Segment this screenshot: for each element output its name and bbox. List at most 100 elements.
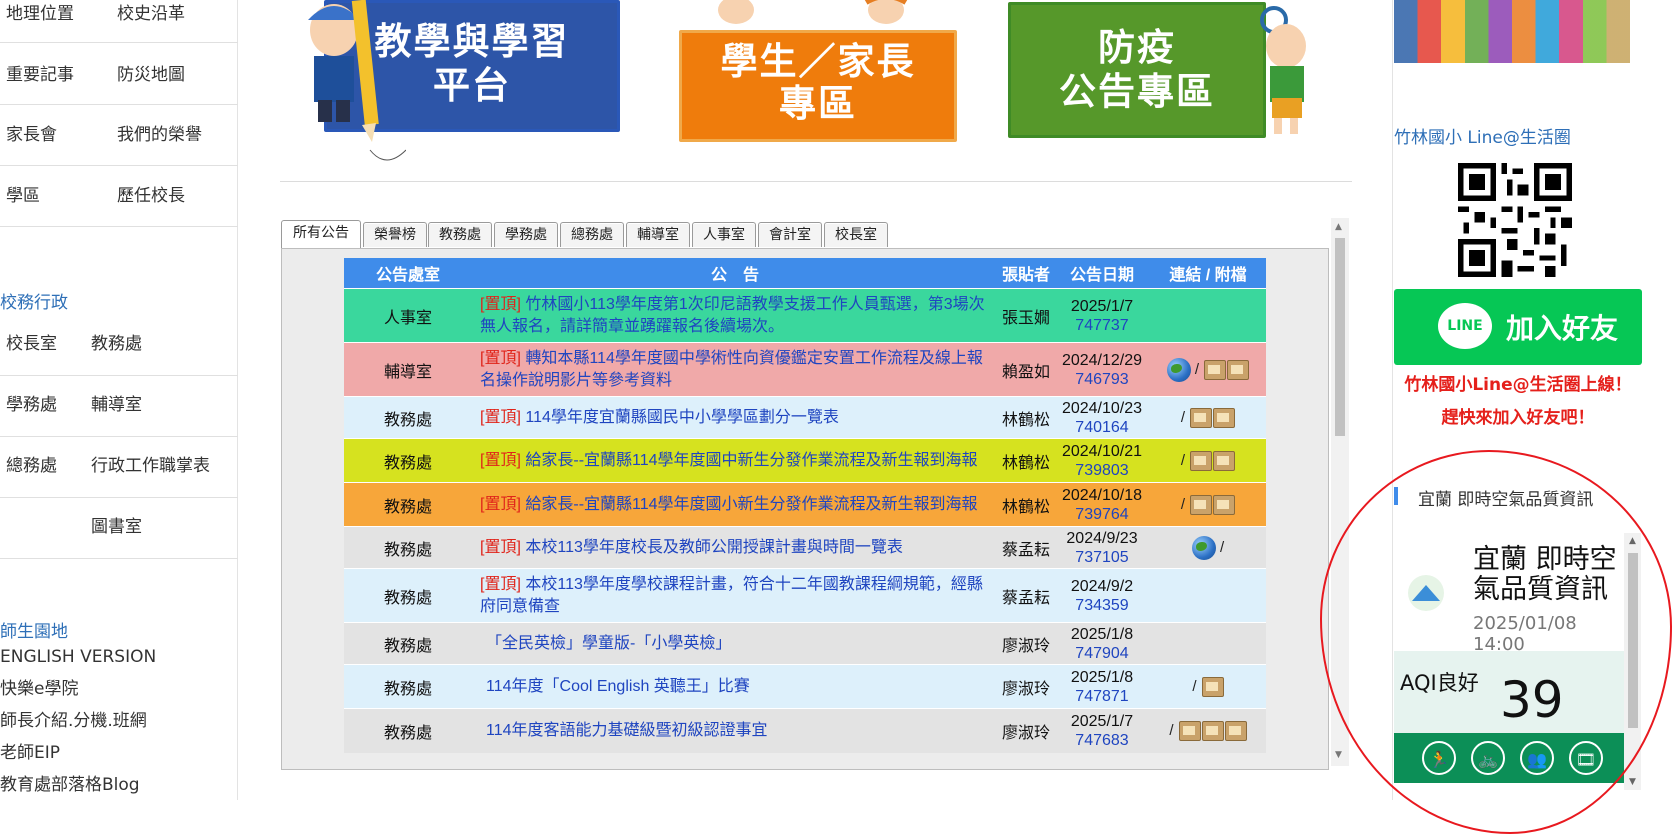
nav-link-events[interactable]: 重要記事 (6, 59, 74, 91)
attachment-folder-icon[interactable] (1213, 407, 1236, 428)
admin-link-academic[interactable]: 教務處 (91, 329, 142, 354)
nav-link-district[interactable]: 學區 (6, 180, 40, 212)
admin-link-general-affairs[interactable]: 總務處 (6, 451, 57, 476)
table-row: 教務處 [置頂] 本校113學年度學校課程計畫，符合十二年國教課程綱規範，經縣府同… (344, 568, 1266, 623)
row-title-link[interactable]: 114年度「Cool English 英聽王」比賽 (472, 664, 998, 709)
row-title-text[interactable]: 「全民英檢」學童版-「小學英檢」 (486, 635, 731, 652)
row-office: 教務處 (344, 622, 472, 665)
attachment-folder-icon[interactable] (1190, 407, 1213, 428)
admin-section-title[interactable]: 校務行政 (0, 288, 68, 313)
tab-academic[interactable]: 教務處 (428, 222, 492, 247)
line-logo-icon: LINE (1438, 303, 1492, 349)
nav-link-history[interactable]: 校史沿革 (117, 0, 185, 30)
section-divider (280, 181, 1352, 182)
attachment-folder-icon[interactable] (1201, 720, 1224, 741)
row-date: 2025/1/7 (1070, 712, 1134, 730)
link-teacher-eip[interactable]: 老師EIP (0, 737, 156, 769)
line-group-title[interactable]: 竹林國小 Line@生活圈 (1394, 123, 1571, 148)
row-links (1150, 568, 1266, 623)
row-author: 張玉嫺 (998, 288, 1054, 343)
row-title-text[interactable]: 114年度客語能力基礎級暨初級認證事宜 (486, 722, 768, 739)
nav-link-principals[interactable]: 歷任校長 (117, 180, 185, 212)
attachment-folder-icon[interactable] (1190, 450, 1213, 471)
admin-link-principal[interactable]: 校長室 (6, 329, 57, 354)
attachment-folder-icon[interactable] (1213, 494, 1236, 515)
tab-principal[interactable]: 校長室 (824, 222, 888, 247)
row-title-link[interactable]: [置頂] 給家長--宜蘭縣114學年度國小新生分發作業流程及新生報到海報 (472, 482, 998, 527)
tab-accounting[interactable]: 會計室 (758, 222, 822, 247)
row-title-link[interactable]: 「全民英檢」學童版-「小學英檢」 (472, 622, 998, 665)
row-links: / (1150, 526, 1266, 569)
attachment-folder-icon[interactable] (1201, 676, 1224, 697)
intro-row: 家長會 我們的榮譽 (0, 105, 238, 166)
tab-all[interactable]: 所有公告 (281, 220, 361, 249)
scroll-up-icon[interactable]: ▲ (1335, 222, 1342, 232)
row-title-link[interactable]: [置頂] 114學年度宜蘭縣國民中小學學區劃分一覽表 (472, 396, 998, 439)
link-e-academy[interactable]: 快樂e學院 (0, 673, 156, 705)
row-title-link[interactable]: [置頂] 本校113學年度校長及教師公開授課計畫與時間一覽表 (472, 526, 998, 569)
row-date: 2024/12/29 (1061, 351, 1143, 369)
row-title-link[interactable]: [置頂] 給家長--宜蘭縣114學年度國中新生分發作業流程及新生報到海報 (472, 438, 998, 483)
link-separator: / (1194, 360, 1200, 378)
nav-link-location[interactable]: 地理位置 (6, 0, 74, 30)
tab-honor[interactable]: 榮譽榜 (363, 222, 427, 247)
attachment-folder-icon[interactable] (1224, 720, 1247, 741)
row-title-text[interactable]: 給家長--宜蘭縣114學年度國中新生分發作業流程及新生報到海報 (525, 452, 977, 469)
student-parent-banner[interactable]: 學生／家長 專區 (679, 30, 957, 142)
scroll-down-icon[interactable]: ▼ (1629, 777, 1636, 787)
row-office: 教務處 (344, 664, 472, 709)
attachment-folder-icon[interactable] (1227, 359, 1250, 380)
link-english-version[interactable]: ENGLISH VERSION (0, 641, 156, 673)
header-office: 公告處室 (344, 258, 472, 289)
scroll-down-icon[interactable]: ▼ (1335, 750, 1342, 760)
tab-personnel[interactable]: 人事室 (692, 222, 756, 247)
attachment-folder-icon[interactable] (1204, 359, 1227, 380)
pinned-tag: [置頂] (480, 451, 521, 469)
attachment-folder-icon[interactable] (1190, 494, 1213, 515)
tab-counseling[interactable]: 輔導室 (626, 222, 690, 247)
admin-link-duties[interactable]: 行政工作職掌表 (91, 451, 210, 476)
attachment-folder-icon[interactable] (1213, 450, 1236, 471)
globe-link-icon[interactable] (1191, 535, 1216, 560)
globe-link-icon[interactable] (1166, 357, 1191, 382)
admin-link-student-affairs[interactable]: 學務處 (6, 390, 57, 415)
nav-link-honors[interactable]: 我們的榮譽 (117, 119, 202, 151)
row-hits: 737105 (1075, 548, 1129, 566)
row-hits: 746793 (1075, 370, 1129, 388)
row-author: 林鶴松 (998, 482, 1054, 527)
admin-link-library[interactable]: 圖書室 (91, 512, 142, 537)
campus-section-title[interactable]: 師生園地 (0, 617, 68, 642)
row-title-text[interactable]: 本校113學年度學校課程計畫，符合十二年國教課程綱規範，經縣府同意備查 (480, 576, 983, 615)
row-author: 廖淑玲 (998, 664, 1054, 709)
row-title-text[interactable]: 轉知本縣114學年度國中學術性向資優鑑定安置工作流程及線上報名操作說明影片等參考… (480, 350, 983, 389)
table-row: 輔導室 [置頂] 轉知本縣114學年度國中學術性向資優鑑定安置工作流程及線上報名操… (344, 342, 1266, 397)
row-date-cell: 2025/1/8 747871 (1054, 664, 1150, 709)
banner-line: 專區 (779, 82, 857, 125)
link-teacher-directory[interactable]: 師長介紹.分機.班網 (0, 705, 156, 737)
row-title-link[interactable]: [置頂] 竹林國小113學年度第1次印尼語教學支援工作人員甄選，第3場次無人報名… (472, 288, 998, 343)
row-title-text[interactable]: 114年度「Cool English 英聽王」比賽 (486, 678, 750, 695)
nav-link-pta[interactable]: 家長會 (6, 119, 57, 151)
nav-link-disaster-map[interactable]: 防災地圖 (117, 59, 185, 91)
row-title-link[interactable]: 114年度客語能力基礎級暨初級認證事宜 (472, 708, 998, 753)
row-title-text[interactable]: 給家長--宜蘭縣114學年度國小新生分發作業流程及新生報到海報 (525, 496, 977, 513)
line-add-friend-button[interactable]: LINE 加入好友 (1394, 289, 1642, 365)
boy-with-pencil-illustration (308, 0, 406, 161)
row-date: 2024/9/2 (1070, 577, 1134, 595)
row-title-link[interactable]: [置頂] 轉知本縣114學年度國中學術性向資優鑑定安置工作流程及線上報名操作說明… (472, 342, 998, 397)
row-author: 廖淑玲 (998, 622, 1054, 665)
header-author: 張貼者 (998, 258, 1054, 289)
epidemic-banner[interactable]: 防疫 公告專區 (1008, 2, 1266, 138)
link-blog[interactable]: 教育處部落格Blog (0, 769, 156, 801)
row-title-text[interactable]: 114學年度宜蘭縣國民中小學學區劃分一覽表 (525, 409, 839, 426)
admin-link-counseling[interactable]: 輔導室 (91, 390, 142, 415)
tab-student-affairs[interactable]: 學務處 (494, 222, 558, 247)
row-title-text[interactable]: 本校113學年度校長及教師公開授課計畫與時間一覽表 (525, 539, 903, 556)
row-title-text[interactable]: 竹林國小113學年度第1次印尼語教學支援工作人員甄選，第3場次無人報名，請詳簡章… (480, 296, 985, 335)
tab-general-affairs[interactable]: 總務處 (560, 222, 624, 247)
attachment-folder-icon[interactable] (1178, 720, 1201, 741)
scrollbar-thumb[interactable] (1335, 238, 1345, 436)
row-links: / (1150, 708, 1266, 753)
row-office: 人事室 (344, 288, 472, 343)
row-title-link[interactable]: [置頂] 本校113學年度學校課程計畫，符合十二年國教課程綱規範，經縣府同意備查 (472, 568, 998, 623)
